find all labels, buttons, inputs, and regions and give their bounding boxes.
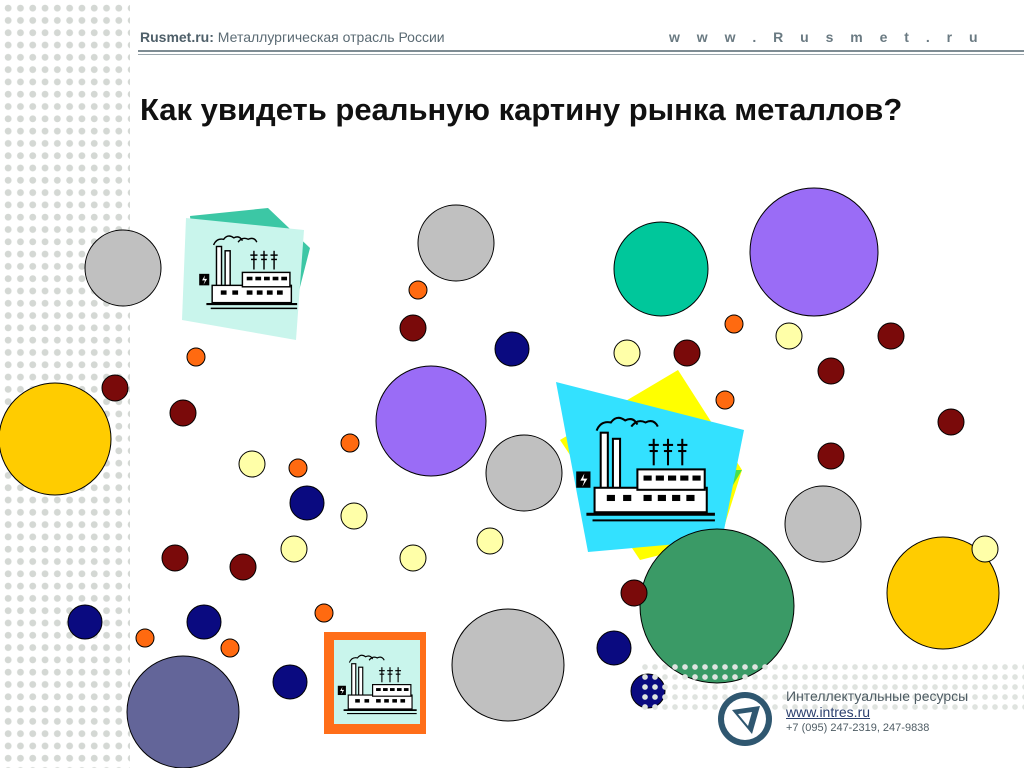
org-url-link[interactable]: www.intres.ru <box>786 704 968 720</box>
factory-icon <box>182 208 310 340</box>
factory-icon <box>324 632 426 734</box>
org-phone: +7 (095) 247-2319, 247-9838 <box>786 722 930 734</box>
org-name: Интеллектуальные ресурсы <box>786 688 969 704</box>
intres-logo-icon <box>718 692 772 746</box>
bubbles-illustration <box>0 187 1000 768</box>
org-contact-block: Интеллектуальные ресурсы www.intres.ru +… <box>786 688 968 734</box>
